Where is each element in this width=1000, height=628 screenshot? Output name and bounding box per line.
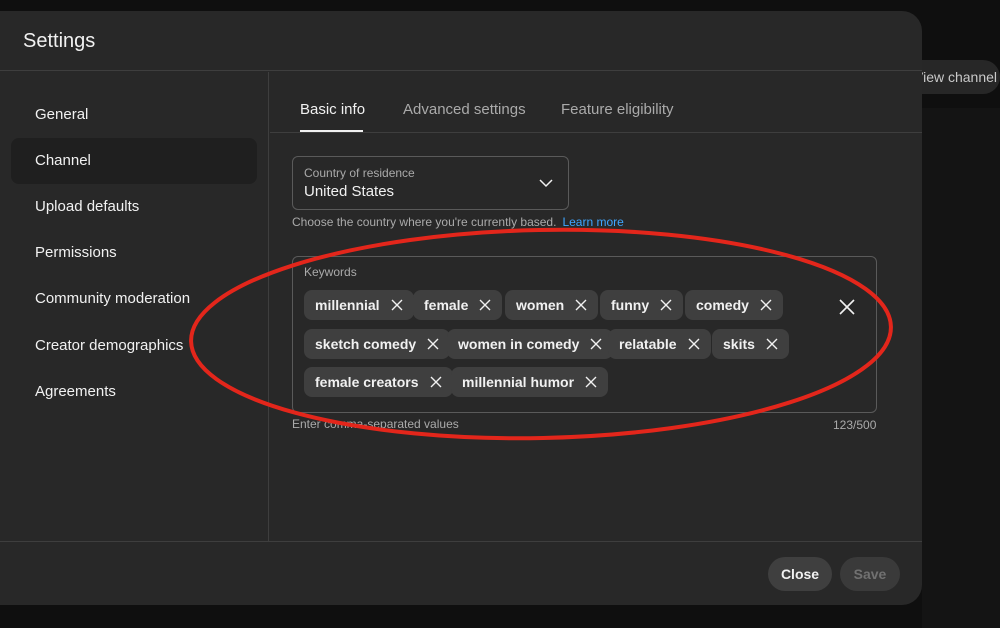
active-tab-indicator (300, 130, 363, 132)
settings-dialog: Settings General Channel Upload defaults… (0, 11, 922, 605)
keyword-chip-label: female creators (315, 374, 419, 390)
tab-feature-eligibility[interactable]: Feature eligibility (561, 101, 674, 118)
country-value: United States (304, 183, 395, 200)
remove-keyword-icon[interactable] (687, 337, 701, 351)
keyword-chip-label: skits (723, 336, 755, 352)
remove-keyword-icon[interactable] (584, 375, 598, 389)
sidebar-item-general[interactable]: General (11, 92, 257, 138)
dialog-header: Settings (0, 11, 922, 71)
remove-keyword-icon[interactable] (574, 298, 588, 312)
keyword-chip: relatable (608, 329, 711, 359)
dialog-title: Settings (23, 30, 96, 52)
dialog-footer: Close Save (0, 541, 922, 605)
save-button[interactable]: Save (840, 557, 900, 591)
keywords-character-count: 123/500 (833, 418, 877, 432)
chevron-down-icon (539, 179, 553, 188)
keyword-chip-label: millennial (315, 297, 380, 313)
keyword-chip-label: sketch comedy (315, 336, 417, 352)
remove-keyword-icon[interactable] (659, 298, 673, 312)
keyword-chip-label: millennial humor (462, 374, 575, 390)
learn-more-link[interactable]: Learn more (562, 215, 623, 229)
settings-tabs: Basic info Advanced settings Feature eli… (270, 72, 922, 133)
keyword-chip-label: women (516, 297, 565, 313)
country-help-label: Choose the country where you're currentl… (292, 215, 557, 229)
keywords-field[interactable]: Keywords millennial female women funny c… (292, 256, 877, 413)
country-select[interactable]: Country of residence United States (292, 156, 569, 210)
tab-advanced-settings[interactable]: Advanced settings (403, 101, 526, 118)
keyword-chip: funny (600, 290, 684, 320)
keyword-chip: comedy (685, 290, 783, 320)
sidebar-item-channel[interactable]: Channel (11, 138, 257, 184)
keyword-chip-label: funny (611, 297, 650, 313)
page-background-top (0, 0, 1000, 10)
country-help-text: Choose the country where you're currentl… (292, 215, 624, 229)
page-background-panel (922, 108, 1000, 628)
keyword-chip: millennial humor (451, 367, 609, 397)
remove-keyword-icon[interactable] (759, 298, 773, 312)
remove-keyword-icon[interactable] (390, 298, 404, 312)
clear-keywords-icon[interactable] (838, 298, 856, 316)
keyword-chip-label: women in comedy (458, 336, 580, 352)
remove-keyword-icon[interactable] (589, 337, 603, 351)
country-label: Country of residence (304, 166, 415, 180)
remove-keyword-icon[interactable] (765, 337, 779, 351)
sidebar-item-upload-defaults[interactable]: Upload defaults (11, 184, 257, 230)
keyword-chip-label: female (424, 297, 469, 313)
tab-basic-info[interactable]: Basic info (300, 101, 365, 118)
keyword-chip-label: comedy (696, 297, 749, 313)
keyword-chip: women (505, 290, 599, 320)
keywords-label: Keywords (304, 265, 357, 279)
keyword-chip-label: relatable (619, 336, 677, 352)
keyword-chip: millennial (304, 290, 414, 320)
remove-keyword-icon[interactable] (478, 298, 492, 312)
keyword-chip: female creators (304, 367, 453, 397)
keywords-help-text: Enter comma-separated values (292, 417, 459, 431)
remove-keyword-icon[interactable] (429, 375, 443, 389)
sidebar-item-permissions[interactable]: Permissions (11, 230, 257, 276)
keyword-chip: female (413, 290, 503, 320)
settings-sidebar: General Channel Upload defaults Permissi… (0, 72, 269, 541)
keyword-chip: skits (712, 329, 789, 359)
keyword-chip: women in comedy (447, 329, 614, 359)
keyword-chip: sketch comedy (304, 329, 451, 359)
sidebar-item-creator-demographics[interactable]: Creator demographics (11, 323, 257, 369)
remove-keyword-icon[interactable] (426, 337, 440, 351)
close-button[interactable]: Close (768, 557, 832, 591)
sidebar-item-agreements[interactable]: Agreements (11, 369, 257, 415)
sidebar-item-community-moderation[interactable]: Community moderation (11, 276, 257, 322)
